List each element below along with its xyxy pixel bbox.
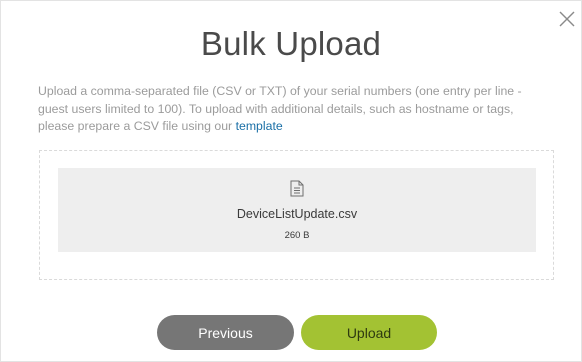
file-name: DeviceListUpdate.csv [236,207,358,221]
dialog-title: Bulk Upload [200,25,382,62]
file-size: 260 B [284,230,310,241]
uploaded-file-card: DeviceListUpdate.csv 260 B [58,168,536,252]
upload-description: Upload a comma-separated file (CSV or TX… [38,83,553,136]
document-icon [290,180,304,197]
previous-button[interactable]: Previous [157,315,294,350]
template-link[interactable]: template [236,119,283,133]
bulk-upload-dialog: Bulk Upload Upload a comma-separated fil… [0,0,582,362]
upload-button[interactable]: Upload [301,315,437,350]
